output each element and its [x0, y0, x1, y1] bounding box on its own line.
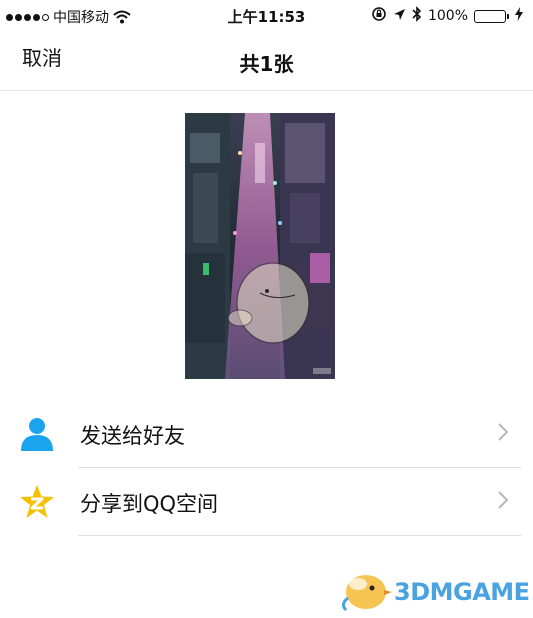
nav-bar: 取消 共1张	[0, 30, 533, 91]
page-title: 共1张	[239, 52, 294, 76]
image-preview[interactable]	[185, 113, 335, 379]
location-arrow-icon	[393, 8, 406, 25]
qzone-star-icon	[18, 483, 56, 521]
chevron-right-icon	[497, 422, 509, 446]
status-right: 100%	[371, 6, 523, 26]
watermark: 3DMGAME	[338, 568, 530, 616]
battery-percent: 100%	[427, 8, 468, 24]
battery-icon	[474, 9, 509, 23]
share-to-qzone-label: 分享到QQ空间	[80, 492, 219, 516]
watermark-mascot-icon	[338, 568, 392, 616]
bluetooth-icon	[412, 6, 422, 26]
share-to-friend-row[interactable]: 发送给好友	[0, 400, 533, 468]
share-to-qzone-row[interactable]: 分享到QQ空间	[0, 468, 533, 536]
share-to-friend-label: 发送给好友	[80, 424, 185, 448]
rotation-lock-icon	[371, 6, 387, 26]
status-bar: 中国移动 上午11:53 100%	[0, 0, 533, 30]
person-icon	[18, 415, 56, 453]
chevron-right-icon	[497, 490, 509, 514]
screen: 中国移动 上午11:53 100% 取消 共1张 发送给好友 分享到QQ空间 3…	[0, 0, 533, 618]
charging-bolt-icon	[515, 7, 523, 25]
watermark-text: 3DMGAME	[394, 578, 530, 606]
row-divider	[78, 535, 521, 536]
share-options-list: 发送给好友 分享到QQ空间	[0, 400, 533, 536]
